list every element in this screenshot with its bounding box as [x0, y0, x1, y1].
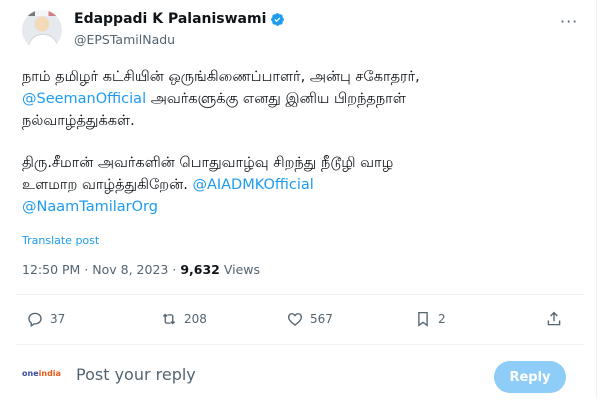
views-label: Views	[223, 262, 261, 277]
author-name-row: Edappadi K Palaniswami	[74, 11, 285, 27]
tweet-text: நாம் தமிழர் கட்சியின் ஒருங்கிணைப்பாளர், …	[22, 66, 582, 238]
bookmark-action[interactable]: 2	[414, 310, 446, 328]
post-time[interactable]: 12:50 PM	[22, 262, 80, 277]
tweet-paragraph-2: திரு.சீமான் அவர்களின் பொதுவாழ்வு சிறந்து…	[22, 152, 582, 218]
like-count: 567	[310, 312, 333, 326]
author-handle[interactable]: @EPSTamilNadu	[74, 32, 175, 47]
text-line: உளமாற வாழ்த்துகிறேன்.	[22, 177, 188, 193]
views-count: 9,632	[180, 262, 220, 277]
post-meta: 12:50 PM · Nov 8, 2023 · 9,632 Views	[22, 262, 260, 277]
text-line: திரு.சீமான் அவர்களின் பொதுவாழ்வு சிறந்து…	[22, 155, 394, 171]
text-line: நல்வாழ்த்துக்கள்.	[22, 113, 135, 129]
divider	[16, 344, 584, 345]
tweet-card: Edappadi K Palaniswami @EPSTamilNadu ···…	[0, 0, 597, 398]
text-line: அவர்களுக்கு எனது இனிய பிறந்தநாள்	[146, 91, 406, 107]
reply-input[interactable]	[74, 364, 458, 385]
like-icon	[287, 313, 303, 326]
share-action[interactable]	[545, 310, 563, 328]
bookmark-count: 2	[438, 312, 446, 326]
like-action[interactable]: 567	[286, 310, 333, 328]
avatar-figure	[28, 34, 58, 50]
translate-post-link[interactable]: Translate post	[22, 234, 99, 247]
repost-action[interactable]: 208	[160, 310, 207, 328]
oneindia-logo: oneindia	[22, 369, 61, 378]
mention-seeman[interactable]: @SeemanOfficial	[22, 91, 146, 107]
meta-separator: ·	[84, 262, 89, 277]
share-icon	[547, 311, 561, 326]
reply-button[interactable]: Reply	[494, 361, 566, 393]
mention-naamtamilar[interactable]: @NaamTamilarOrg	[22, 199, 158, 215]
avatar-flag-decoration	[22, 10, 62, 16]
repost-count: 208	[184, 312, 207, 326]
reply-count: 37	[50, 312, 66, 326]
more-icon[interactable]: ···	[560, 12, 578, 31]
bookmark-icon	[418, 311, 428, 327]
display-name[interactable]: Edappadi K Palaniswami	[74, 11, 266, 27]
divider	[16, 294, 584, 295]
reply-composer: oneindia Reply	[0, 354, 600, 400]
brand-text-left: one	[22, 369, 39, 378]
reply-icon	[28, 312, 42, 328]
repost-icon	[162, 313, 176, 325]
post-date[interactable]: Nov 8, 2023	[92, 262, 168, 277]
meta-separator: ·	[172, 262, 177, 277]
action-bar: 37 208 567 2	[0, 302, 600, 340]
mention-aiadmk[interactable]: @AIADMKOfficial	[192, 177, 313, 193]
avatar[interactable]	[22, 10, 62, 50]
verified-badge-icon	[271, 12, 285, 26]
text-line: நாம் தமிழர் கட்சியின் ஒருங்கிணைப்பாளர், …	[22, 69, 420, 85]
tweet-paragraph-1: நாம் தமிழர் கட்சியின் ஒருங்கிணைப்பாளர், …	[22, 66, 582, 132]
reply-action[interactable]: 37	[26, 310, 65, 328]
brand-text-right: india	[38, 369, 61, 378]
